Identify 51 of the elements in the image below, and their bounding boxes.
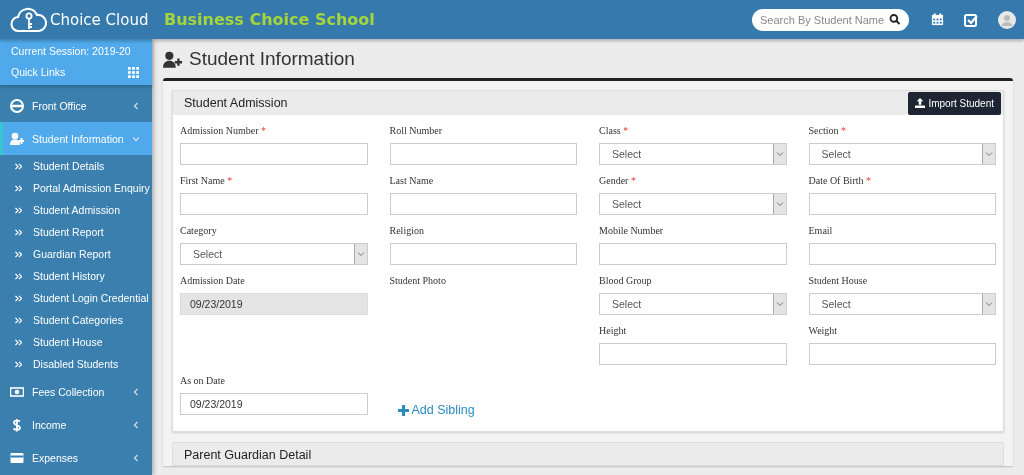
- sidebar-item[interactable]: Income: [0, 408, 152, 441]
- select-field[interactable]: Select: [599, 193, 787, 215]
- import-button[interactable]: Import Student: [908, 91, 1001, 115]
- field-label: Admission Number *: [180, 125, 268, 137]
- field-label: Student House: [808, 275, 869, 287]
- select-field[interactable]: Select: [599, 143, 787, 165]
- field-label: Category: [180, 225, 218, 237]
- panel-title: Student Admission: [184, 96, 288, 110]
- submenu-item[interactable]: Student Categories: [0, 309, 152, 331]
- quick-links[interactable]: Quick Links: [11, 66, 66, 78]
- school-name: Business Choice School: [164, 10, 376, 29]
- field-label: Date Of Birth *: [808, 175, 872, 187]
- field-label: Height: [599, 325, 628, 337]
- session-text: Current Session: 2019-20: [11, 45, 132, 59]
- submenu-item[interactable]: Student History: [0, 265, 152, 287]
- sidebar-item[interactable]: Fees Collection: [0, 375, 152, 408]
- field-label: Religion: [389, 225, 425, 237]
- field-label: Admission Date: [180, 275, 246, 287]
- select-field[interactable]: Select: [808, 293, 996, 315]
- submenu-item[interactable]: Student Report: [0, 221, 152, 243]
- field-label: Email: [808, 225, 834, 237]
- sidebar-item[interactable]: Expenses: [0, 441, 152, 474]
- submenu-item[interactable]: Student House: [0, 331, 152, 353]
- add-sibling-link[interactable]: Add Sibling: [397, 403, 475, 417]
- submenu-item[interactable]: Guardian Report: [0, 243, 152, 265]
- submenu-item[interactable]: Disabled Students: [0, 353, 152, 375]
- input-field[interactable]: 09/23/2019: [180, 393, 368, 415]
- sidebar-item[interactable]: Student Information: [0, 122, 152, 155]
- select-field[interactable]: Select: [599, 293, 787, 315]
- submenu-item[interactable]: Student Login Credential: [0, 287, 152, 309]
- search-field[interactable]: Search By Student Name: [752, 8, 909, 31]
- field-label: Class *: [599, 125, 630, 137]
- field-label: Last Name: [389, 175, 435, 187]
- field-label: Blood Group: [599, 275, 653, 287]
- field-label: Gender *: [599, 175, 637, 187]
- submenu-item[interactable]: Student Details: [0, 155, 152, 177]
- submenu-item[interactable]: Portal Admission Enquiry: [0, 177, 152, 199]
- field-label: Weight: [808, 325, 839, 337]
- field-label: Roll Number: [389, 125, 443, 137]
- field-label: As on Date: [180, 375, 226, 387]
- field-label: First Name *: [180, 175, 234, 187]
- panel-title: Parent Guardian Detail: [184, 448, 312, 462]
- submenu-item[interactable]: Student Admission: [0, 199, 152, 221]
- field-label: Section *: [808, 125, 847, 137]
- field-label: Mobile Number: [599, 225, 665, 237]
- sidebar-item[interactable]: Front Office: [0, 89, 152, 122]
- field-label: Student Photo: [389, 275, 447, 287]
- logo-text: Choice Cloud: [50, 10, 149, 29]
- select-field[interactable]: Select: [808, 143, 996, 165]
- page-title: Student Information: [189, 48, 355, 70]
- select-field[interactable]: Select: [180, 243, 368, 265]
